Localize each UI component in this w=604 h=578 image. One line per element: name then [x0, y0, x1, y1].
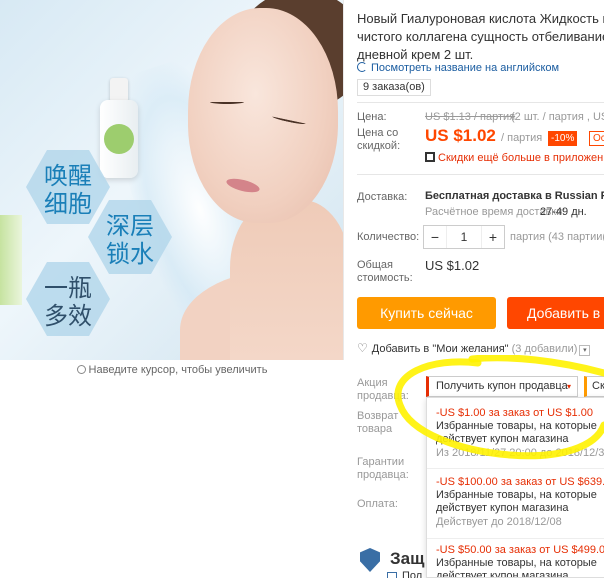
zoom-hint: Наведите курсор, чтобы увеличить: [0, 364, 344, 376]
discount-button[interactable]: Ски: [584, 376, 604, 397]
quantity-increase-button[interactable]: +: [482, 226, 504, 248]
buyer-protection-title: Защ: [390, 549, 425, 568]
view-english-title-link[interactable]: Посмотреть название на английском: [357, 62, 559, 74]
seller-promo-label: Акция продавца:: [357, 377, 409, 402]
serum-bottle-label: [104, 124, 134, 154]
model-neck: [230, 200, 343, 360]
orders-count: 9 заказа(ов): [357, 79, 431, 96]
heart-icon: ♡: [357, 341, 368, 355]
coupon-validity: Действует до 2018/12/08: [436, 516, 562, 528]
coupon-item[interactable]: -US $50.00 за заказ от US $499.00 Избран…: [436, 544, 604, 578]
get-seller-coupon-button[interactable]: Получить купон продавца ▾: [426, 376, 578, 397]
coupon-dropdown: -US $1.00 за заказ от US $1.00 Избранные…: [426, 397, 604, 578]
discount-price-label: Цена со скидкой:: [357, 127, 401, 152]
divider: [427, 538, 604, 539]
overlay-text-2: 深层 锁水: [106, 212, 154, 268]
discount-badge: -10%: [548, 131, 578, 146]
add-to-wishlist[interactable]: ♡ Добавить в "Мои желания" (3 добавили) ▾: [357, 341, 591, 356]
price-unit: / партия: [501, 132, 543, 144]
coupon-desc: Избранные товары, на которые: [436, 557, 597, 569]
quantity-label: Количество:: [357, 231, 420, 243]
qr-code-icon: [425, 152, 435, 162]
coupon-desc: Избранные товары, на которые: [436, 489, 597, 501]
quantity-input[interactable]: 1: [446, 226, 482, 248]
coupon-desc: Избранные товары, на которые: [436, 420, 597, 432]
overlay-text-3: 一瓶 多效: [44, 274, 92, 330]
quantity-decrease-button[interactable]: −: [424, 226, 446, 248]
shipping-label: Доставка:: [357, 191, 408, 203]
app-discount-link[interactable]: Скидки ещё больше в приложении: [425, 152, 604, 164]
product-image[interactable]: 唤醒 细胞 深层 锁水 一瓶 多效: [0, 0, 344, 360]
product-info-panel: Новый Гиалуроновая кислота Жидкость про …: [357, 0, 604, 578]
wishlist-dropdown-icon[interactable]: ▾: [579, 345, 591, 356]
model-eye-left: [210, 100, 244, 104]
coupon-item[interactable]: -US $1.00 за заказ от US $1.00 Избранные…: [436, 407, 604, 460]
coupon-item[interactable]: -US $100.00 за заказ от US $639.00 Избра…: [436, 476, 604, 529]
coupon-desc: действует купон магазина: [436, 502, 569, 514]
divider: [357, 102, 604, 103]
wishlist-count: (3 добавили): [511, 343, 578, 355]
translate-icon: [357, 62, 367, 72]
coupon-amount: -US $50.00 за заказ от US $499.00: [436, 544, 604, 556]
serum-bottle-cap: [110, 78, 128, 102]
product-title: Новый Гиалуроновая кислота Жидкость про …: [357, 11, 604, 62]
old-price: US $1.13 / партия: [425, 111, 516, 123]
model-face: [188, 8, 338, 223]
return-label: Возврат товара: [357, 410, 399, 435]
coupon-validity: Из 2018/11/27 20:00 до 2018/12/31 23:: [436, 447, 604, 459]
remaining-badge: Ост: [589, 131, 604, 146]
buy-now-button[interactable]: Купить сейчас: [357, 297, 496, 329]
checkbox-icon: [387, 572, 397, 578]
old-unit-info: (2 шт. / партия , US $: [511, 111, 604, 123]
guarantee-label: Гарантии продавца:: [357, 456, 409, 481]
coupon-amount: -US $1.00 за заказ от US $1.00: [436, 407, 593, 419]
payment-label: Оплата:: [357, 498, 398, 510]
quantity-available: партия (43 партии(й): [510, 231, 604, 243]
total-label: Общая стоимость:: [357, 259, 413, 284]
product-box: [0, 215, 22, 305]
coupon-desc: действует купон магазина: [436, 433, 569, 445]
shield-icon: [360, 548, 380, 572]
total-value: US $1.02: [425, 258, 480, 273]
magnifier-icon: [76, 365, 86, 374]
divider: [427, 468, 604, 469]
divider: [357, 174, 604, 175]
discount-price: US $1.02: [425, 126, 496, 145]
price-label: Цена:: [357, 111, 387, 123]
protection-item: Пол: [402, 570, 423, 578]
delivery-time-value: 27-49 дн.: [540, 206, 587, 218]
chevron-down-icon: ▾: [566, 382, 571, 391]
add-to-cart-button[interactable]: Добавить в: [507, 297, 604, 329]
coupon-amount: -US $100.00 за заказ от US $639.00: [436, 476, 604, 488]
coupon-desc: действует купон магазина: [436, 570, 569, 578]
shipping-value[interactable]: Бесплатная доставка в Russian Feder: [425, 190, 604, 202]
overlay-text-1: 唤醒 细胞: [44, 162, 92, 218]
quantity-stepper: − 1 +: [423, 225, 505, 249]
